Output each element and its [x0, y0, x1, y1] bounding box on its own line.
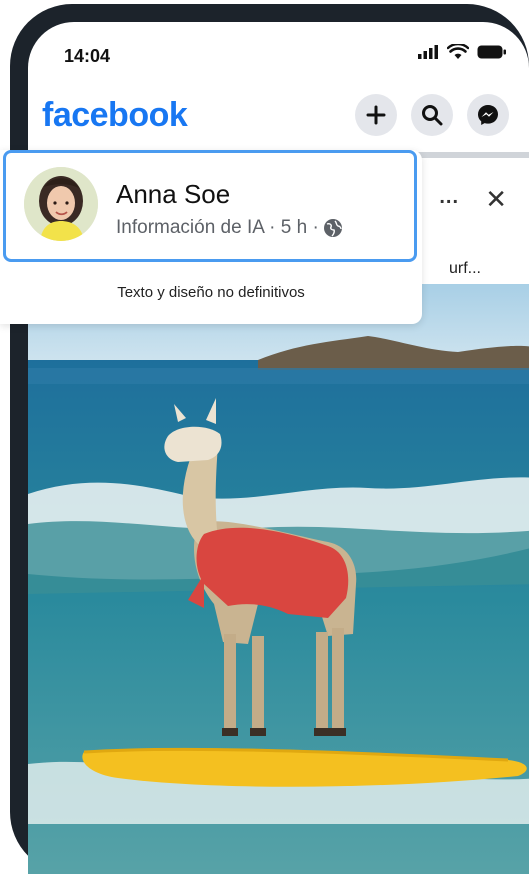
plus-icon: [366, 105, 386, 125]
post-more-button[interactable]: ...: [439, 186, 459, 209]
facebook-logo[interactable]: facebook: [42, 96, 188, 135]
author-highlight[interactable]: Anna Soe Información de IA · 5 h ·: [3, 150, 417, 262]
disclaimer-text: Texto y diseño no definitivos: [117, 284, 305, 301]
messenger-icon: [478, 105, 498, 125]
avatar-photo: [24, 167, 98, 241]
battery-icon: [477, 45, 506, 59]
author-name[interactable]: Anna Soe: [116, 179, 230, 210]
search-icon: [422, 105, 443, 126]
wifi-icon: [447, 44, 469, 59]
post-meta-text: Información de IA · 5 h ·: [116, 217, 319, 238]
post-meta: Información de IA · 5 h ·: [116, 217, 343, 239]
post-text-fragment: urf...: [448, 260, 481, 277]
author-popup-card: Anna Soe Información de IA · 5 h · Texto…: [0, 150, 422, 324]
create-button[interactable]: [355, 94, 397, 136]
globe-icon: [323, 219, 342, 237]
post-image[interactable]: [28, 284, 529, 874]
messenger-button[interactable]: [467, 94, 509, 136]
status-icons: [417, 44, 507, 60]
llama-surfing-photo: [28, 284, 529, 874]
signal-icon: [418, 45, 438, 59]
avatar[interactable]: [24, 167, 98, 241]
post-close-button[interactable]: ✕: [485, 184, 507, 215]
status-time: 14:04: [64, 46, 111, 66]
phone-frame: 14:04 facebook ... ✕ urf...: [10, 4, 529, 874]
search-button[interactable]: [411, 94, 453, 136]
